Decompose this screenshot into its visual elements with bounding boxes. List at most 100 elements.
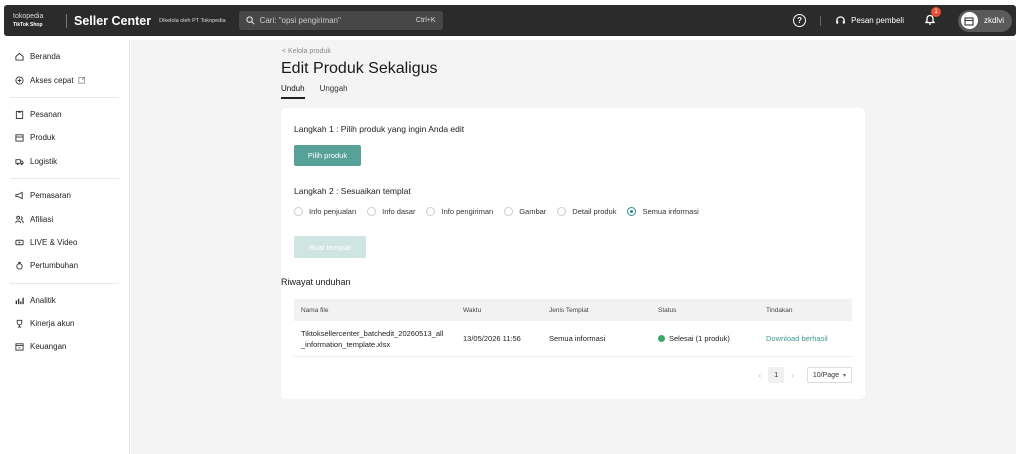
pagination: ‹ 1 › 10/Page ▾ bbox=[752, 367, 852, 383]
column-header-time: Waktu bbox=[463, 306, 482, 314]
buyer-chat-button[interactable]: Pesan pembeli bbox=[835, 15, 904, 26]
breadcrumb-back-link[interactable]: < Kelola produk bbox=[282, 48, 331, 55]
success-check-icon bbox=[658, 335, 665, 342]
sidebar-item-akses-cepat[interactable]: Akses cepat bbox=[10, 68, 119, 91]
sidebar-item-label: LIVE & Video bbox=[30, 237, 78, 247]
brand-bottom-text: TikTok Shop bbox=[13, 22, 43, 28]
template-options: Info penjualan Info dasar Info pengirima… bbox=[294, 207, 710, 216]
top-bar: tokopedia TikTok Shop Seller Center Dike… bbox=[4, 5, 1016, 36]
next-page-icon[interactable]: › bbox=[791, 371, 794, 380]
download-history-table: Nama file Waktu Jenis Templat Status Tin… bbox=[294, 299, 852, 357]
sidebar-item-pesanan[interactable]: Pesanan bbox=[10, 103, 119, 126]
search-icon bbox=[245, 16, 255, 25]
radio-semua-informasi[interactable]: Semua informasi bbox=[627, 207, 699, 216]
brand-top-text: tokopedia bbox=[13, 13, 44, 20]
notification-button[interactable]: 1 bbox=[924, 7, 941, 28]
column-header-status: Status bbox=[658, 306, 677, 314]
page-size-select[interactable]: 10/Page ▾ bbox=[806, 367, 852, 383]
main-content: < Kelola produk Edit Produk Sekaligus Un… bbox=[131, 40, 1016, 454]
table-header: Nama file Waktu Jenis Templat Status Tin… bbox=[294, 299, 852, 321]
wallet-icon bbox=[15, 343, 24, 352]
box-icon bbox=[15, 134, 24, 142]
managed-by-text: Dikelola oleh PT Tokopedia bbox=[159, 17, 226, 24]
radio-label: Info dasar bbox=[382, 207, 416, 216]
chart-icon bbox=[15, 297, 24, 304]
select-products-button[interactable]: Pilih produk bbox=[294, 145, 361, 166]
page-title: Edit Produk Sekaligus bbox=[281, 60, 438, 77]
sidebar-item-produk[interactable]: Produk bbox=[10, 126, 119, 149]
user-menu[interactable]: zkdlvi bbox=[957, 9, 1012, 32]
download-link[interactable]: Download berhasil bbox=[766, 334, 852, 343]
sidebar-item-live-video[interactable]: LIVE & Video bbox=[10, 231, 119, 254]
sidebar-item-label: Beranda bbox=[30, 52, 61, 62]
step1-title: Langkah 1 : Pilih produk yang ingin Anda… bbox=[294, 124, 465, 134]
edit-shortcut-icon[interactable] bbox=[77, 76, 86, 84]
sidebar-item-afiliasi[interactable]: Afiliasi bbox=[10, 207, 119, 230]
prev-page-icon[interactable]: ‹ bbox=[759, 371, 762, 380]
step2-title: Langkah 2 : Sesuaikan templat bbox=[294, 186, 411, 196]
sidebar-group-4: Analitik Kinerja akun Keuangan bbox=[10, 284, 119, 364]
template-type-cell: Semua informasi bbox=[549, 334, 606, 343]
sidebar-item-logistik[interactable]: Logistik bbox=[10, 150, 119, 173]
trophy-icon bbox=[16, 319, 23, 328]
home-icon bbox=[15, 52, 24, 61]
radio-label: Info penjualan bbox=[309, 207, 357, 216]
sidebar-item-label: Analitik bbox=[30, 295, 56, 305]
sidebar-group-3: Pemasaran Afiliasi LIVE & Video Pertumbu… bbox=[10, 179, 119, 284]
sidebar-item-label: Kinerja akun bbox=[30, 319, 75, 329]
sidebar-item-pertumbuhan[interactable]: Pertumbuhan bbox=[10, 254, 119, 277]
radio-circle-icon bbox=[367, 207, 377, 216]
sidebar-item-label: Pertumbuhan bbox=[30, 261, 79, 271]
column-header-action: Tindakan bbox=[766, 306, 793, 314]
username: zkdlvi bbox=[983, 16, 1004, 25]
radio-circle-icon bbox=[294, 207, 303, 216]
create-template-button[interactable]: Buat templat bbox=[294, 236, 366, 258]
radio-label: Detail produk bbox=[572, 207, 617, 216]
search-shortcut: Ctrl+K bbox=[415, 17, 436, 24]
page-number[interactable]: 1 bbox=[768, 367, 785, 383]
radio-info-dasar[interactable]: Info dasar bbox=[367, 207, 415, 216]
search-placeholder: Cari: "opsi pengiriman" bbox=[259, 16, 341, 25]
sidebar-item-keuangan[interactable]: Keuangan bbox=[10, 335, 119, 358]
radio-circle-icon bbox=[557, 207, 567, 216]
column-header-template-type: Jenis Templat bbox=[549, 306, 589, 314]
sidebar-item-label: Akses cepat bbox=[30, 75, 74, 85]
headset-icon bbox=[836, 16, 845, 24]
sidebar-item-label: Pesanan bbox=[30, 109, 62, 119]
sidebar-item-analitik[interactable]: Analitik bbox=[10, 289, 119, 312]
growth-icon bbox=[16, 262, 23, 270]
time-cell: 13/05/2026 11:56 bbox=[463, 334, 521, 343]
plus-circle-icon bbox=[15, 76, 24, 85]
help-icon[interactable]: ? bbox=[793, 14, 807, 27]
clipboard-icon bbox=[15, 110, 24, 119]
download-history-title: Riwayat unduhan bbox=[281, 277, 351, 287]
file-name-line2: _information_template.xlsx bbox=[301, 339, 391, 349]
radio-circle-icon bbox=[504, 207, 514, 216]
brand-divider bbox=[66, 13, 67, 28]
radio-info-pengiriman[interactable]: Info pengiriman bbox=[426, 207, 493, 216]
radio-detail-produk[interactable]: Detail produk bbox=[557, 207, 616, 216]
sidebar-group-2: Pesanan Produk Logistik bbox=[10, 98, 119, 179]
sidebar-item-kinerja-akun[interactable]: Kinerja akun bbox=[10, 312, 119, 335]
tab-unduh[interactable]: Unduh bbox=[281, 84, 305, 99]
notification-badge: 1 bbox=[930, 7, 941, 17]
buyer-chat-label: Pesan pembeli bbox=[851, 16, 904, 25]
file-name-line1: Tiktoksellercenter_batchedit_20260513_al… bbox=[301, 328, 444, 338]
search-input[interactable]: Cari: "opsi pengiriman" Ctrl+K bbox=[238, 11, 443, 30]
megaphone-icon bbox=[15, 191, 23, 200]
page-size-value: 10/Page bbox=[812, 371, 839, 379]
radio-gambar[interactable]: Gambar bbox=[504, 207, 546, 216]
radio-circle-icon bbox=[426, 207, 436, 216]
tab-unggah[interactable]: Unggah bbox=[320, 84, 348, 99]
sidebar-item-pemasaran[interactable]: Pemasaran bbox=[10, 184, 119, 207]
status-cell: Selesai (1 produk) bbox=[658, 334, 766, 343]
radio-info-penjualan[interactable]: Info penjualan bbox=[294, 207, 356, 216]
app-title: Seller Center bbox=[74, 13, 152, 28]
store-avatar-icon bbox=[960, 12, 978, 29]
tab-bar: Unduh Unggah bbox=[281, 84, 363, 99]
sidebar-item-beranda[interactable]: Beranda bbox=[10, 45, 119, 68]
download-card: Langkah 1 : Pilih produk yang ingin Anda… bbox=[281, 108, 865, 399]
radio-selected-icon bbox=[627, 207, 637, 216]
brand-logo[interactable]: tokopedia TikTok Shop bbox=[4, 5, 60, 36]
sidebar-item-label: Keuangan bbox=[30, 342, 67, 352]
